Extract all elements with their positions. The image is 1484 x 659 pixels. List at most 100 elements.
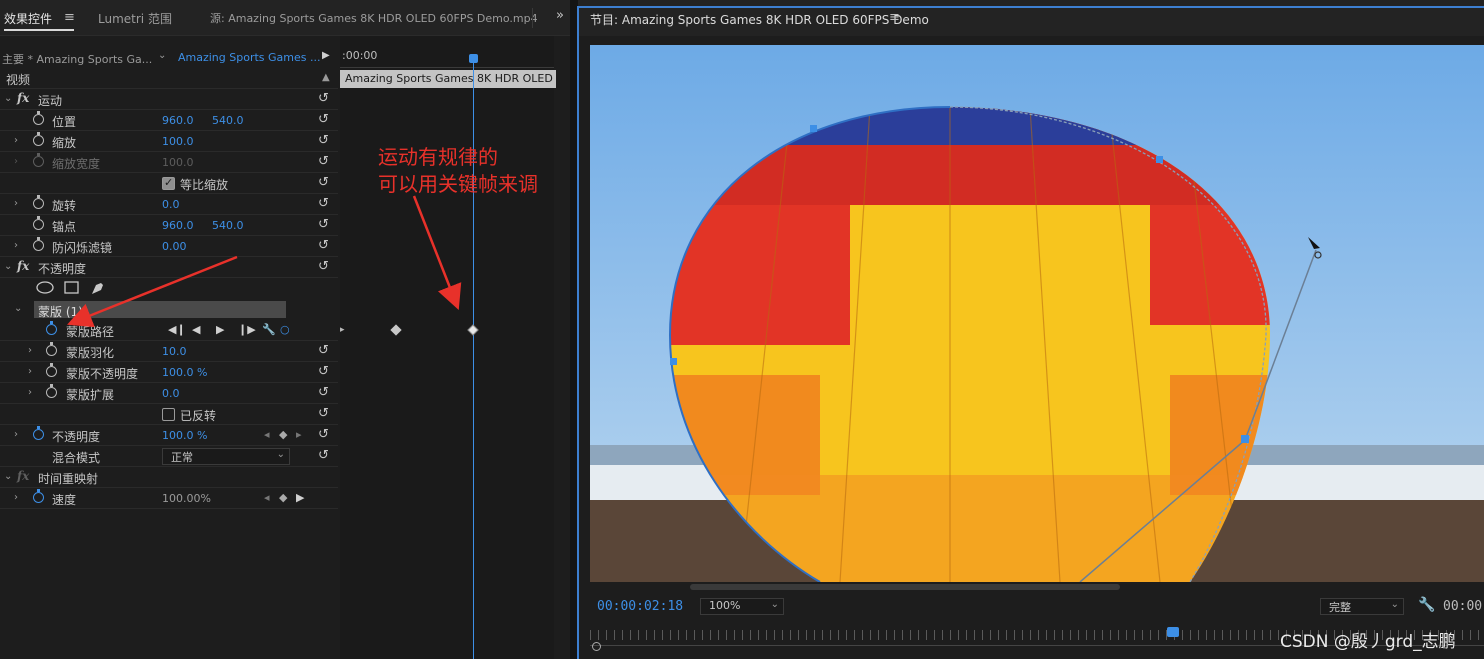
blend-mode-select[interactable]: 正常 ⌄ xyxy=(162,448,290,465)
chevron-right-icon[interactable]: › xyxy=(14,429,18,440)
anti-flicker-value[interactable]: 0.00 xyxy=(162,240,187,253)
uniform-scale-checkbox[interactable] xyxy=(162,176,175,190)
fx-icon[interactable]: fx xyxy=(17,259,29,273)
effect-timeline[interactable] xyxy=(340,36,554,659)
reset-icon[interactable]: ↺ xyxy=(318,448,329,463)
viewer-scrollbar[interactable] xyxy=(690,584,1120,590)
play-icon[interactable]: ▶ xyxy=(322,50,330,61)
keyframe-toggle-icon[interactable]: ○ xyxy=(280,323,290,336)
current-timecode[interactable]: 00:00:02:18 xyxy=(597,599,683,614)
timeline-clip[interactable]: Amazing Sports Games 8K HDR OLED 60F xyxy=(340,70,556,88)
step-forward-icon[interactable]: ❙▶ xyxy=(238,323,256,336)
scale-value[interactable]: 100.0 xyxy=(162,135,194,148)
reset-icon[interactable]: ↺ xyxy=(318,427,329,442)
reset-icon[interactable]: ↺ xyxy=(318,364,329,379)
chevron-right-icon[interactable]: › xyxy=(14,492,18,503)
position-x-value[interactable]: 960.0 xyxy=(162,114,194,127)
stopwatch-icon[interactable] xyxy=(46,363,57,377)
collapse-icon[interactable]: ▲ xyxy=(322,72,330,83)
inverted-checkbox[interactable] xyxy=(162,408,175,421)
stopwatch-icon[interactable] xyxy=(46,384,57,398)
mask-expansion-value[interactable]: 0.0 xyxy=(162,387,180,400)
stopwatch-icon[interactable] xyxy=(33,489,44,503)
tab-lumetri-scopes[interactable]: Lumetri 范围 xyxy=(98,10,172,27)
next-keyframe-icon[interactable]: ▶ xyxy=(296,491,304,504)
rotation-value[interactable]: 0.0 xyxy=(162,198,180,211)
mask-opacity-value[interactable]: 100.0 % xyxy=(162,366,207,379)
zoom-select[interactable]: 100% ⌄ xyxy=(700,598,784,615)
chevron-right-icon[interactable]: › xyxy=(28,366,32,377)
prev-keyframe-icon[interactable]: ◂ xyxy=(264,491,270,504)
stopwatch-icon[interactable] xyxy=(33,426,44,440)
menu-icon[interactable]: ≡ xyxy=(889,10,900,25)
stopwatch-icon[interactable] xyxy=(33,195,44,209)
tab-effect-controls[interactable]: 效果控件 xyxy=(4,10,52,27)
prev-keyframe-icon[interactable]: ◂ xyxy=(264,428,270,441)
pen-tool-icon[interactable] xyxy=(90,281,105,296)
add-keyframe-icon[interactable]: ◆ xyxy=(279,491,287,504)
rectangle-tool-icon[interactable] xyxy=(64,281,79,294)
play-icon[interactable]: ▶ xyxy=(216,323,224,336)
reset-icon[interactable]: ↺ xyxy=(318,196,329,211)
chevron-right-icon[interactable]: › xyxy=(28,345,32,356)
ellipse-tool-icon[interactable] xyxy=(36,281,54,294)
stopwatch-icon[interactable] xyxy=(33,216,44,230)
mask-name[interactable]: 蒙版 (1) xyxy=(38,303,83,320)
track-backward-icon[interactable]: ◀ xyxy=(192,323,200,336)
sequence-clip-label[interactable]: Amazing Sports Games ... xyxy=(178,51,320,64)
chevron-double-right-icon[interactable]: » xyxy=(556,8,564,23)
effect-opacity[interactable]: ⌄ fx 不透明度 ↺ xyxy=(0,257,338,278)
chevron-down-icon: ⌄ xyxy=(1390,599,1399,610)
program-monitor-title[interactable]: 节目: Amazing Sports Games 8K HDR OLED 60F… xyxy=(590,11,929,28)
chevron-right-icon[interactable]: › xyxy=(28,387,32,398)
timeline-end-handle[interactable] xyxy=(592,642,601,651)
position-y-value[interactable]: 540.0 xyxy=(212,114,244,127)
wrench-icon[interactable]: 🔧 xyxy=(1418,597,1435,613)
reset-icon[interactable]: ↺ xyxy=(318,343,329,358)
wrench-icon[interactable]: 🔧 xyxy=(262,323,276,336)
stopwatch-icon[interactable] xyxy=(46,321,57,335)
chevron-right-icon[interactable]: › xyxy=(14,240,18,251)
chevron-down-icon[interactable]: ⌄ xyxy=(14,303,22,314)
playback-quality-select[interactable]: 完整 ⌄ xyxy=(1320,598,1404,615)
speed-value[interactable]: 100.00% xyxy=(162,492,211,505)
reset-icon[interactable]: ↺ xyxy=(318,133,329,148)
reset-icon[interactable]: ↺ xyxy=(318,217,329,232)
fx-icon[interactable]: fx xyxy=(17,91,29,105)
reset-icon[interactable]: ↺ xyxy=(318,238,329,253)
chevron-right-icon[interactable]: › xyxy=(14,135,18,146)
chevron-down-icon[interactable]: ⌄ xyxy=(4,93,12,104)
tab-source[interactable]: 源: Amazing Sports Games 8K HDR OLED 60FP… xyxy=(210,10,538,26)
mask-feather-value[interactable]: 10.0 xyxy=(162,345,187,358)
reset-icon[interactable]: ↺ xyxy=(318,175,329,190)
effect-motion[interactable]: ⌄ fx 运动 ↺ xyxy=(0,89,338,110)
chevron-down-icon[interactable]: ⌄ xyxy=(4,471,12,482)
chevron-down-icon[interactable]: ⌄ xyxy=(4,261,12,272)
reset-icon[interactable]: ↺ xyxy=(318,406,329,421)
reset-icon[interactable]: ↺ xyxy=(318,91,329,106)
stopwatch-icon[interactable] xyxy=(33,237,44,251)
fx-icon: fx xyxy=(17,469,30,483)
add-keyframe-icon[interactable]: ◆ xyxy=(279,428,287,441)
anchor-y-value[interactable]: 540.0 xyxy=(212,219,244,232)
stopwatch-icon[interactable] xyxy=(46,342,57,356)
effect-time-remap[interactable]: ⌄ fx 时间重映射 xyxy=(0,467,338,488)
menu-icon[interactable]: ≡ xyxy=(64,10,75,25)
step-back-icon[interactable]: ◀❙ xyxy=(168,323,186,336)
opacity-value[interactable]: 100.0 % xyxy=(162,429,207,442)
master-clip-label[interactable]: 主要 * Amazing Sports Ga... xyxy=(2,51,152,67)
reset-icon[interactable]: ↺ xyxy=(318,112,329,127)
mini-playhead[interactable] xyxy=(1167,627,1179,637)
reset-icon[interactable]: ↺ xyxy=(318,385,329,400)
next-keyframe-icon[interactable]: ▸ xyxy=(296,428,302,441)
anchor-x-value[interactable]: 960.0 xyxy=(162,219,194,232)
mask-1-row[interactable]: ⌄ 蒙版 (1) xyxy=(0,299,338,320)
program-viewer[interactable] xyxy=(590,45,1484,582)
stopwatch-icon[interactable] xyxy=(33,132,44,146)
chevron-right-icon[interactable]: › xyxy=(14,198,18,209)
reset-icon[interactable]: ↺ xyxy=(318,154,329,169)
timeline-ruler[interactable] xyxy=(340,60,554,68)
chevron-down-icon[interactable]: ⌄ xyxy=(158,50,166,61)
stopwatch-icon[interactable] xyxy=(33,111,44,125)
reset-icon[interactable]: ↺ xyxy=(318,259,329,274)
